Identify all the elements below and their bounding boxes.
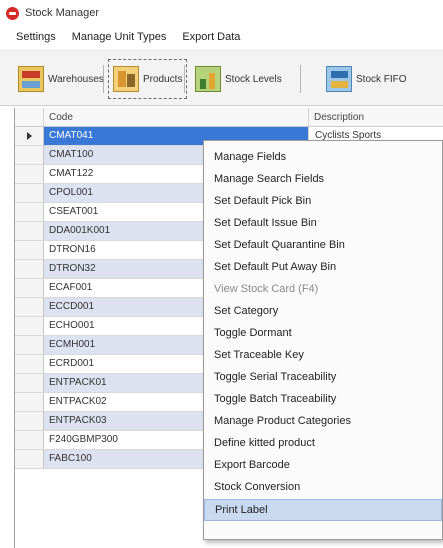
menu-settings[interactable]: Settings <box>16 31 56 43</box>
warehouse-icon <box>18 66 44 92</box>
row-selector[interactable] <box>15 336 44 354</box>
row-selector[interactable] <box>15 241 44 259</box>
menu-item-set-category[interactable]: Set Category <box>204 300 442 322</box>
row-selector[interactable] <box>15 165 44 183</box>
warehouses-label: Warehouses <box>48 73 104 85</box>
menu-item-manage-search-fields[interactable]: Manage Search Fields <box>204 168 442 190</box>
title-bar: Stock Manager <box>0 0 443 26</box>
row-selector[interactable] <box>15 450 44 468</box>
menu-item-set-default-pick-bin[interactable]: Set Default Pick Bin <box>204 190 442 212</box>
row-selector[interactable] <box>15 393 44 411</box>
stock-levels-label: Stock Levels <box>225 73 282 85</box>
menu-item-export-barcode[interactable]: Export Barcode <box>204 454 442 476</box>
row-selector[interactable] <box>15 355 44 373</box>
grid-header: Code Description <box>15 108 443 127</box>
menu-item-manage-fields[interactable]: Manage Fields <box>204 146 442 168</box>
row-selector[interactable] <box>15 222 44 240</box>
row-selector-header <box>15 108 44 127</box>
row-selector[interactable] <box>15 298 44 316</box>
column-header-description[interactable]: Description <box>309 108 443 127</box>
row-selector[interactable] <box>15 431 44 449</box>
menu-item-print-label[interactable]: Print Label <box>204 499 442 521</box>
warehouses-button[interactable]: Warehouses <box>18 59 104 99</box>
menu-item-toggle-serial-traceability[interactable]: Toggle Serial Traceability <box>204 366 442 388</box>
products-icon <box>113 66 139 92</box>
row-selector[interactable] <box>15 260 44 278</box>
row-selector[interactable] <box>15 127 44 145</box>
context-menu: Manage Fields Manage Search Fields Set D… <box>203 140 443 540</box>
toolbar-separator <box>103 65 104 93</box>
menu-bar: Settings Manage Unit Types Export Data <box>0 26 443 48</box>
stock-fifo-label: Stock FIFO <box>356 73 407 85</box>
menu-export-data[interactable]: Export Data <box>182 31 240 43</box>
stock-levels-icon <box>195 66 221 92</box>
row-selector[interactable] <box>15 146 44 164</box>
row-selector[interactable] <box>15 412 44 430</box>
menu-item-set-default-quarantine-bin[interactable]: Set Default Quarantine Bin <box>204 234 442 256</box>
toolbar: Warehouses Products Stock Levels Stock F… <box>0 50 443 106</box>
app-logo-icon <box>6 6 19 20</box>
menu-item-view-stock-card: View Stock Card (F4) <box>214 283 319 295</box>
menu-item-set-default-issue-bin[interactable]: Set Default Issue Bin <box>204 212 442 234</box>
toolbar-separator <box>300 65 301 93</box>
toolbar-separator <box>184 65 185 93</box>
row-selector[interactable] <box>15 279 44 297</box>
menu-item-toggle-batch-traceability[interactable]: Toggle Batch Traceability <box>204 388 442 410</box>
products-label: Products <box>143 73 183 85</box>
menu-item-set-traceable-key[interactable]: Set Traceable Key <box>204 344 442 366</box>
menu-item-toggle-dormant[interactable]: Toggle Dormant <box>204 322 442 344</box>
current-row-arrow-icon <box>27 132 32 140</box>
row-selector[interactable] <box>15 317 44 335</box>
stock-levels-button[interactable]: Stock Levels <box>195 59 282 99</box>
menu-manage-unit-types[interactable]: Manage Unit Types <box>72 31 167 43</box>
column-header-code[interactable]: Code <box>44 108 309 127</box>
stock-fifo-button[interactable]: Stock FIFO <box>326 59 407 99</box>
row-selector[interactable] <box>15 374 44 392</box>
stock-fifo-icon <box>326 66 352 92</box>
menu-item-define-kitted-product[interactable]: Define kitted product <box>204 432 442 454</box>
menu-item-manage-product-categories[interactable]: Manage Product Categories <box>204 410 442 432</box>
menu-item-stock-conversion[interactable]: Stock Conversion <box>204 476 442 498</box>
window-title: Stock Manager <box>25 7 99 19</box>
row-selector[interactable] <box>15 184 44 202</box>
row-selector[interactable] <box>15 203 44 221</box>
products-button[interactable]: Products <box>108 59 188 99</box>
menu-item-set-default-put-away-bin[interactable]: Set Default Put Away Bin <box>204 256 442 278</box>
